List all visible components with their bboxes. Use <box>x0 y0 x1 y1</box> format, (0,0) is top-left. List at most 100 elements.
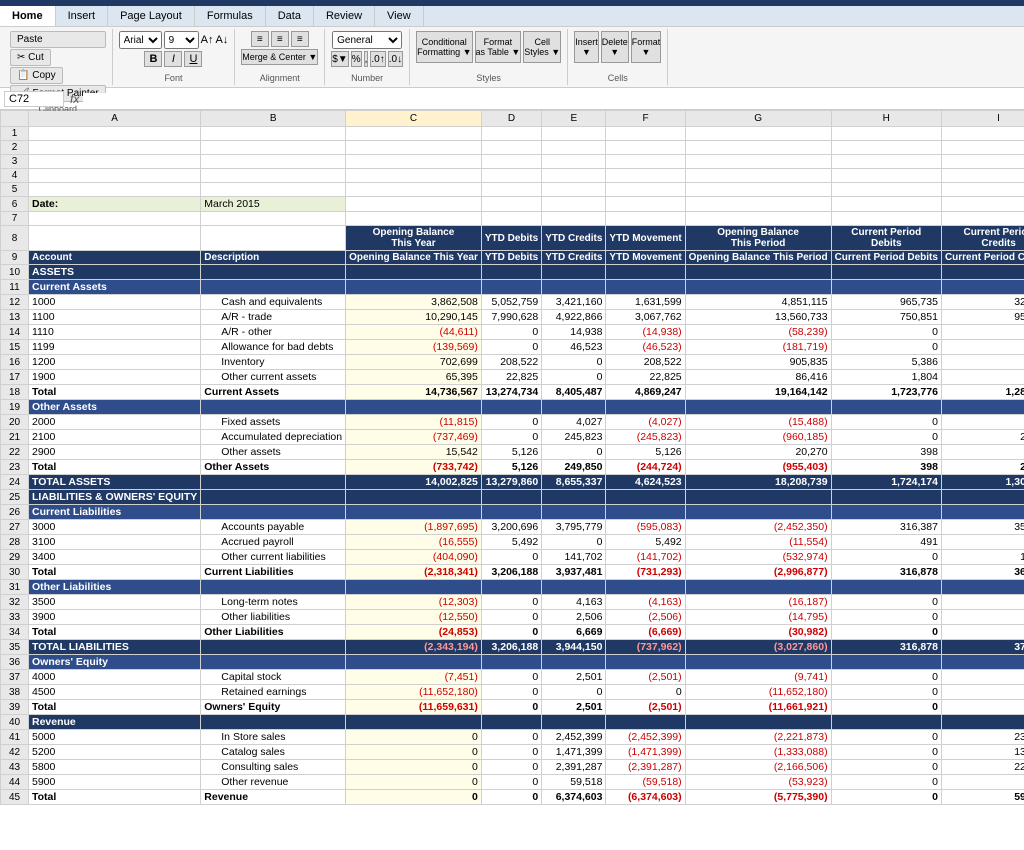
value-cell[interactable]: (9,741) <box>685 670 831 685</box>
value-cell[interactable]: 261 <box>941 610 1024 625</box>
value-cell[interactable]: 20,270 <box>685 445 831 460</box>
total-label-a[interactable]: Total <box>29 565 201 580</box>
description-cell[interactable]: Inventory <box>201 355 346 370</box>
date-value[interactable]: March 2015 <box>201 197 346 212</box>
total-assets-cell[interactable]: (3,027,860) <box>685 640 831 655</box>
value-cell[interactable]: 316,387 <box>831 520 941 535</box>
value-cell[interactable]: (16,555) <box>346 535 482 550</box>
description-cell[interactable]: Consulting sales <box>201 760 346 775</box>
value-cell[interactable]: 2,391,287 <box>542 760 606 775</box>
col-header-g[interactable]: G <box>685 111 831 127</box>
conditional-formatting-button[interactable]: ConditionalFormatting ▼ <box>416 31 472 63</box>
align-right-button[interactable]: ≡ <box>291 31 309 47</box>
value-cell[interactable]: 0 <box>481 325 541 340</box>
total-label-a[interactable]: Total <box>29 790 201 805</box>
value-cell[interactable]: 141,702 <box>542 550 606 565</box>
italic-button[interactable]: I <box>164 51 182 67</box>
account-cell[interactable]: 1100 <box>29 310 201 325</box>
value-cell[interactable]: 0 <box>346 745 482 760</box>
value-cell[interactable]: (2,391,287) <box>606 760 685 775</box>
value-cell[interactable]: (532,974) <box>685 550 831 565</box>
value-cell[interactable]: 224,781 <box>941 760 1024 775</box>
table-cell[interactable] <box>346 127 482 141</box>
shrink-font-icon[interactable]: A↓ <box>215 34 228 46</box>
value-cell[interactable]: 211 <box>941 670 1024 685</box>
total-value-cell[interactable]: 0 <box>831 790 941 805</box>
table-cell[interactable] <box>685 212 831 226</box>
value-cell[interactable]: 3,200,696 <box>481 520 541 535</box>
table-cell[interactable] <box>606 155 685 169</box>
total-value-cell[interactable]: 8,405,487 <box>542 385 606 400</box>
value-cell[interactable]: 0 <box>831 325 941 340</box>
total-value-cell[interactable]: (6,374,603) <box>606 790 685 805</box>
account-cell[interactable]: 2000 <box>29 415 201 430</box>
table-cell[interactable] <box>201 141 346 155</box>
comma-button[interactable]: , <box>364 51 369 67</box>
total-value-cell[interactable]: 249,850 <box>542 460 606 475</box>
value-cell[interactable]: (58,239) <box>685 325 831 340</box>
total-assets-cell[interactable] <box>201 475 346 490</box>
value-cell[interactable]: 5,126 <box>481 445 541 460</box>
total-value-cell[interactable]: 4,869,247 <box>606 385 685 400</box>
value-cell[interactable]: (2,452,399) <box>606 730 685 745</box>
table-cell[interactable] <box>831 212 941 226</box>
value-cell[interactable]: 0 <box>831 610 941 625</box>
col-header-f[interactable]: F <box>606 111 685 127</box>
empty-cell[interactable] <box>685 197 831 212</box>
account-cell[interactable]: 1199 <box>29 340 201 355</box>
description-cell[interactable]: In Store sales <box>201 730 346 745</box>
total-value-cell[interactable]: (2,501) <box>606 700 685 715</box>
value-cell[interactable]: (11,815) <box>346 415 482 430</box>
value-cell[interactable]: 4,851,115 <box>685 295 831 310</box>
total-label-b[interactable]: Other Liabilities <box>201 625 346 640</box>
value-cell[interactable]: (2,452,350) <box>685 520 831 535</box>
total-value-cell[interactable]: 3,206,188 <box>481 565 541 580</box>
table-cell[interactable] <box>542 212 606 226</box>
col-header-b[interactable]: B <box>201 111 346 127</box>
value-cell[interactable]: (595,083) <box>606 520 685 535</box>
empty-cell[interactable] <box>831 197 941 212</box>
value-cell[interactable]: 0 <box>831 670 941 685</box>
value-cell[interactable]: 0 <box>831 745 941 760</box>
table-cell[interactable] <box>831 141 941 155</box>
value-cell[interactable]: (141,702) <box>606 550 685 565</box>
value-cell[interactable]: (737,469) <box>346 430 482 445</box>
table-cell[interactable] <box>606 127 685 141</box>
table-cell[interactable] <box>606 183 685 197</box>
description-cell[interactable]: Capital stock <box>201 670 346 685</box>
value-cell[interactable]: (14,795) <box>685 610 831 625</box>
total-value-cell[interactable]: 369,634 <box>941 565 1024 580</box>
total-value-cell[interactable]: (2,996,877) <box>685 565 831 580</box>
total-label-b[interactable]: Revenue <box>201 790 346 805</box>
value-cell[interactable]: (2,221,873) <box>685 730 831 745</box>
value-cell[interactable]: 0 <box>481 670 541 685</box>
description-cell[interactable]: Cash and equivalents <box>201 295 346 310</box>
table-cell[interactable] <box>542 155 606 169</box>
table-cell[interactable] <box>941 212 1024 226</box>
total-value-cell[interactable]: 19,164,142 <box>685 385 831 400</box>
value-cell[interactable]: 0 <box>481 415 541 430</box>
tab-home[interactable]: Home <box>0 6 56 26</box>
table-cell[interactable] <box>542 183 606 197</box>
align-left-button[interactable]: ≡ <box>251 31 269 47</box>
value-cell[interactable]: 0 <box>831 685 941 700</box>
account-cell[interactable]: 3900 <box>29 610 201 625</box>
value-cell[interactable]: 0 <box>941 355 1024 370</box>
delete-button[interactable]: Delete▼ <box>601 31 629 63</box>
description-cell[interactable]: Accrued payroll <box>201 535 346 550</box>
value-cell[interactable]: 0 <box>542 445 606 460</box>
value-cell[interactable]: 10,290,145 <box>346 310 482 325</box>
table-cell[interactable] <box>606 169 685 183</box>
value-cell[interactable]: 0 <box>831 775 941 790</box>
table-cell[interactable] <box>481 212 541 226</box>
total-value-cell[interactable]: 0 <box>481 790 541 805</box>
empty-cell[interactable] <box>346 197 482 212</box>
table-cell[interactable] <box>606 141 685 155</box>
table-cell[interactable] <box>685 127 831 141</box>
account-cell[interactable]: 3100 <box>29 535 201 550</box>
total-assets-cell[interactable]: 1,305,566 <box>941 475 1024 490</box>
number-format-selector[interactable]: General <box>332 31 402 49</box>
value-cell[interactable]: 0 <box>542 535 606 550</box>
date-label[interactable]: Date: <box>29 197 201 212</box>
description-cell[interactable]: Long-term notes <box>201 595 346 610</box>
